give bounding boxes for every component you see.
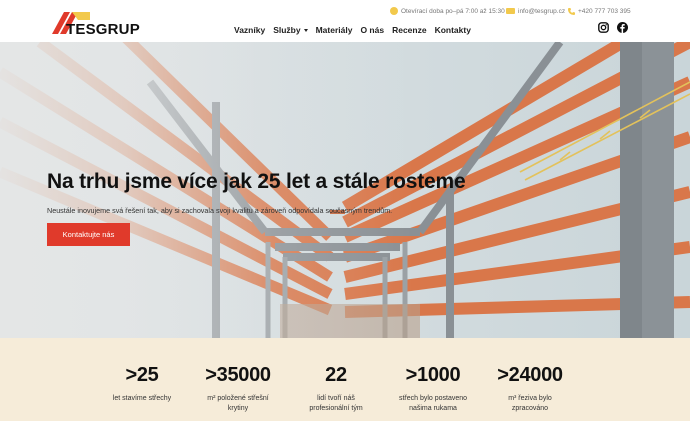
stat-label: lidí tvoří náš profesionální tým — [286, 394, 386, 414]
stat-label-line: profesionální tým — [309, 405, 363, 412]
stat-value: >35000 — [205, 364, 271, 386]
stat-value: >25 — [125, 364, 159, 386]
nav-item-vazniky[interactable]: Vazníky — [234, 25, 265, 35]
stat-value: >24000 — [497, 364, 563, 386]
opening-hours: Otevírací doba po–pá 7:00 až 15:30 — [390, 5, 505, 17]
nav-item-sluzby-label: Služby — [273, 25, 301, 35]
stat-label-line: m³ řeziva bylo — [508, 395, 552, 402]
stats-section: >25 let stavíme střechy >35000 m² polože… — [0, 338, 690, 421]
stat-value: >1000 — [405, 364, 461, 386]
clock-icon — [390, 7, 398, 15]
brand-name: TESGRUP — [66, 21, 140, 38]
email-contact[interactable]: info@tesgrup.cz — [506, 5, 565, 17]
hero-subtitle: Neustále inovujeme svá řešení tak, aby s… — [47, 206, 393, 215]
hero-title: Na trhu jsme více jak 25 let a stále ros… — [47, 170, 466, 193]
stat-timber: >24000 m³ řeziva bylo zpracováno — [480, 364, 580, 414]
stat-label-line: krytiny — [227, 405, 249, 412]
stat-label-line: m² položené střešní — [207, 395, 269, 402]
email-text[interactable]: info@tesgrup.cz — [518, 8, 565, 15]
stat-roofing: >35000 m² položené střešní krytiny — [188, 364, 288, 414]
stat-team: 22 lidí tvoří náš profesionální tým — [286, 364, 386, 414]
stat-label-line: lidí tvoří náš — [317, 395, 355, 402]
phone-contact[interactable]: +420 777 703 395 — [568, 5, 631, 17]
stat-label-line: našima rukama — [409, 405, 457, 412]
nav-item-kontakty[interactable]: Kontakty — [435, 25, 471, 35]
stat-label: let stavíme střechy — [92, 394, 192, 404]
phone-icon — [568, 7, 575, 15]
site-header: TESGRUP Otevírací doba po–pá 7:00 až 15:… — [0, 0, 690, 42]
instagram-icon[interactable] — [598, 22, 609, 33]
brand-logo[interactable]: TESGRUP — [50, 10, 140, 38]
chevron-down-icon — [303, 28, 308, 32]
nav-item-sluzby[interactable]: Služby — [273, 25, 308, 35]
stat-label: m³ řeziva bylo zpracováno — [480, 394, 580, 414]
stat-label-line: zpracováno — [511, 405, 549, 412]
stat-value: 22 — [325, 364, 347, 386]
stat-label: střech bylo postaveno našima rukama — [383, 394, 483, 414]
hero-section: Na trhu jsme více jak 25 let a stále ros… — [0, 42, 690, 338]
main-navigation: Vazníky Služby Materiály O nás Recenze K… — [234, 25, 471, 35]
nav-item-o-nas[interactable]: O nás — [360, 25, 384, 35]
facebook-icon[interactable] — [617, 22, 628, 33]
nav-item-recenze[interactable]: Recenze — [392, 25, 427, 35]
stat-roofs: >1000 střech bylo postaveno našima rukam… — [383, 364, 483, 414]
stat-years: >25 let stavíme střechy — [92, 364, 192, 404]
stat-label-line: let stavíme střechy — [112, 395, 172, 402]
nav-item-materialy[interactable]: Materiály — [316, 25, 353, 35]
phone-text[interactable]: +420 777 703 395 — [578, 8, 631, 15]
stat-label: m² položené střešní krytiny — [188, 394, 288, 414]
stat-label-line: střech bylo postaveno — [398, 395, 468, 402]
mail-icon — [506, 8, 515, 14]
contact-us-button[interactable]: Kontaktujte nás — [47, 223, 130, 246]
opening-hours-text: Otevírací doba po–pá 7:00 až 15:30 — [401, 7, 505, 15]
